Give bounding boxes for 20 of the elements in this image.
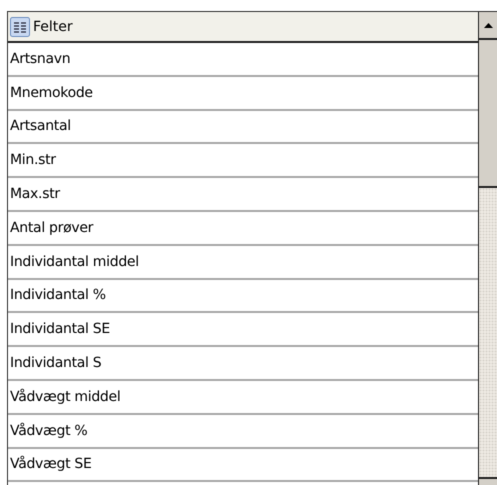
list-item[interactable]: Artsantal bbox=[8, 110, 478, 144]
list-item[interactable]: Individantal S bbox=[8, 347, 478, 381]
scrollbar[interactable] bbox=[478, 12, 497, 485]
scroll-up-button[interactable] bbox=[479, 12, 497, 40]
list-item[interactable]: Individantal SE bbox=[8, 313, 478, 348]
list-item[interactable]: Vådvægt SE bbox=[8, 448, 478, 482]
list-item[interactable]: Artsnavn bbox=[8, 43, 478, 77]
list-item[interactable]: Max.str bbox=[8, 178, 478, 212]
up-arrow-icon bbox=[484, 22, 493, 28]
scroll-down-button[interactable] bbox=[479, 477, 497, 485]
scroll-thumb[interactable] bbox=[479, 40, 497, 188]
column-header[interactable]: Felter bbox=[8, 12, 478, 43]
list-icon bbox=[10, 16, 30, 36]
list-item[interactable]: Individantal % bbox=[8, 280, 478, 314]
list-item[interactable]: Antal prøver bbox=[8, 212, 478, 246]
list-item[interactable]: Min.str bbox=[8, 144, 478, 178]
list-item[interactable]: Individantal middel bbox=[8, 246, 478, 280]
list-item[interactable]: Vådvægt % bbox=[8, 414, 478, 449]
list-item[interactable]: Mnemokode bbox=[8, 76, 478, 111]
list-item[interactable]: Vådvægt middel bbox=[8, 380, 478, 415]
